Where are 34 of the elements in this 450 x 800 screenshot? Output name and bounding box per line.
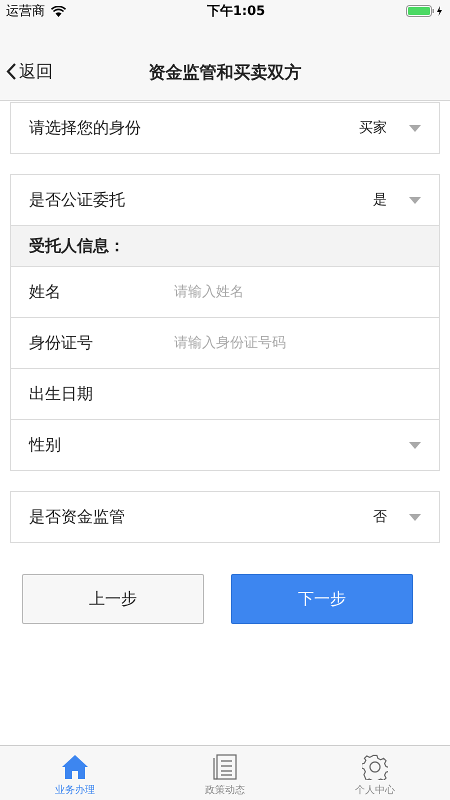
field-label: 请选择您的身份 — [29, 118, 142, 138]
wifi-icon — [51, 6, 66, 16]
dropdown-arrow-icon — [409, 196, 421, 204]
select-value: 是 — [373, 191, 387, 209]
field-label: 姓名 — [29, 282, 62, 302]
input-field[interactable]: 请输入身份证号码 — [174, 335, 421, 351]
date-row[interactable]: 出生日期 — [11, 368, 439, 419]
select-row[interactable]: 请选择您的身份 买家 — [11, 103, 439, 153]
settings-icon — [362, 754, 388, 780]
dropdown-arrow-icon — [409, 442, 421, 448]
document-icon — [212, 754, 238, 780]
section-header: 受托人信息： — [11, 225, 439, 266]
back-button[interactable]: 返回 — [4, 58, 55, 85]
page-title: 资金监管和买卖双方 — [148, 62, 302, 84]
carrier-text: 运营商 — [6, 3, 45, 20]
field-label: 身份证号 — [29, 332, 94, 354]
select-row[interactable]: 是否公证委托 是 — [11, 175, 439, 225]
input-field[interactable]: 请输入姓名 — [174, 284, 421, 300]
previous-button[interactable]: 上一步 — [22, 574, 204, 624]
select-value: 否 — [373, 508, 387, 526]
field-label: 出生日期 — [29, 384, 94, 404]
select-row[interactable]: 性别 — [11, 419, 439, 470]
dropdown-arrow-icon — [409, 514, 421, 520]
clock-text: 下午1:05 — [206, 3, 266, 20]
select-row[interactable]: 是否资金监管 否 — [11, 492, 439, 542]
field-label: 是否资金监管 — [29, 506, 126, 528]
select-value: 买家 — [359, 119, 387, 137]
field-label: 是否公证委托 — [29, 190, 126, 210]
field-label: 性别 — [29, 434, 62, 456]
home-icon — [61, 754, 89, 780]
chevron-left-icon — [6, 63, 17, 80]
battery-icon — [406, 5, 444, 17]
dropdown-arrow-icon — [409, 124, 421, 132]
next-button[interactable]: 下一步 — [231, 574, 413, 624]
